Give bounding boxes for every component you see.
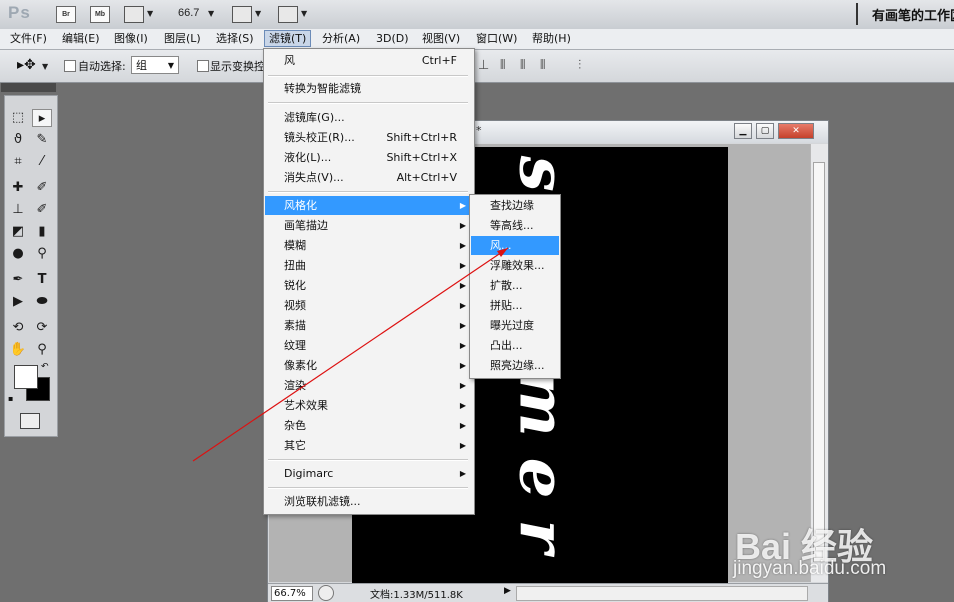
watermark-url: jingyan.baidu.com xyxy=(733,558,887,579)
annotation-arrow-head xyxy=(497,248,508,257)
annotation-arrow-line xyxy=(192,247,509,462)
annotation-arrow xyxy=(192,247,509,462)
